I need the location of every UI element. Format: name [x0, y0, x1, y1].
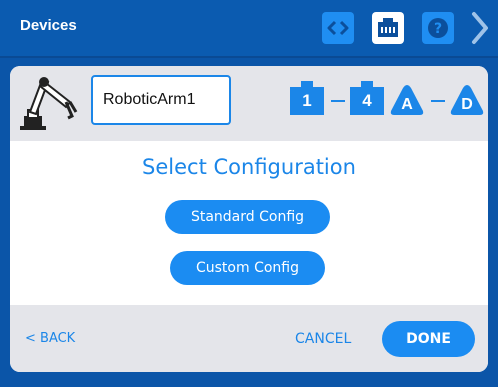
page-title: Devices	[20, 17, 77, 34]
three-wire-port-end-label: D	[461, 96, 473, 113]
code-icon	[327, 20, 349, 36]
chevron-right-icon	[472, 12, 488, 44]
dialog-footer: < BACK CANCEL DONE	[10, 305, 488, 372]
smart-port-start: 1	[290, 81, 324, 115]
robotic-arm-icon	[20, 77, 78, 130]
back-button[interactable]: < BACK	[25, 331, 75, 346]
standard-config-button[interactable]: Standard Config	[165, 200, 330, 234]
custom-config-button[interactable]: Custom Config	[170, 251, 325, 285]
three-wire-port-start-label: A	[401, 96, 413, 113]
port-icon	[378, 18, 398, 37]
help-button[interactable]: ?	[422, 12, 454, 44]
next-button[interactable]	[466, 12, 494, 44]
help-icon: ?	[428, 18, 448, 38]
port-range-dash-2	[431, 100, 445, 102]
smart-port-end: 4	[350, 81, 384, 115]
done-button[interactable]: DONE	[382, 321, 475, 357]
port-range: 1 4 A D	[288, 80, 488, 120]
three-wire-port-start: A	[390, 84, 424, 116]
three-wire-port-end: D	[450, 84, 484, 116]
top-bar: Devices ?	[0, 0, 498, 58]
port-range-dash	[331, 100, 345, 102]
select-configuration-heading: Select Configuration	[142, 155, 356, 179]
device-header: 1 4 A D	[10, 66, 488, 141]
port-view-button[interactable]	[372, 12, 404, 44]
code-view-button[interactable]	[322, 12, 354, 44]
device-name-input[interactable]	[91, 75, 231, 125]
cancel-button[interactable]: CANCEL	[295, 331, 351, 347]
configuration-dialog: 1 4 A D Select Configuration Standard Co…	[10, 66, 488, 372]
svg-text:?: ?	[434, 21, 442, 37]
